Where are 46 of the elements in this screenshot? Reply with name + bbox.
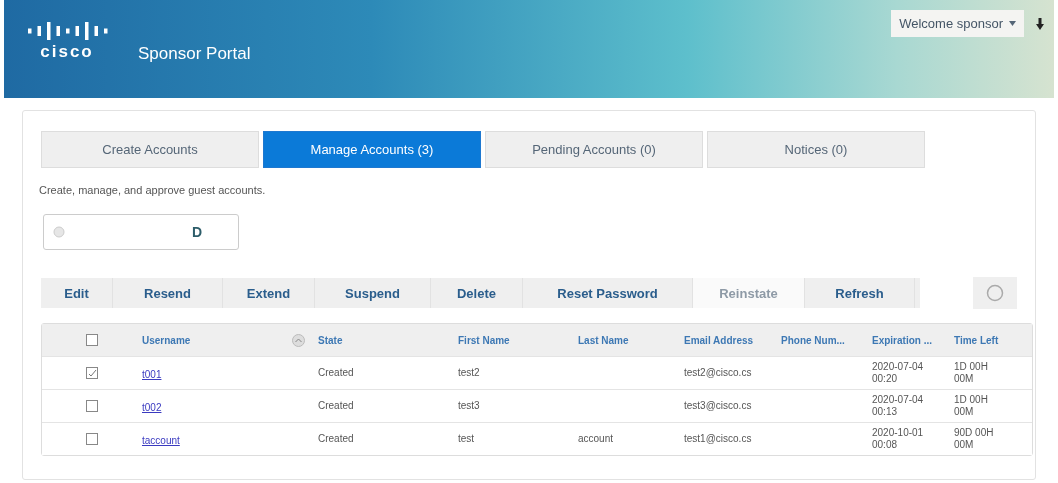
user-menu[interactable]: Welcome sponsor	[891, 10, 1024, 37]
column-header[interactable]: Phone Num...	[781, 334, 872, 346]
table-cell-text: 2020-07-04 00:20	[872, 360, 925, 386]
username-link[interactable]: taccount	[142, 435, 180, 446]
table-cell-text: test	[458, 432, 476, 446]
search-field[interactable]: D	[43, 214, 239, 250]
caret-icon	[1009, 21, 1016, 26]
sort-icon[interactable]	[292, 333, 305, 347]
tab[interactable]: Pending Accounts (0)	[485, 131, 703, 168]
table-cell-text: test1@cisco.cs	[684, 432, 753, 446]
table-cell-text: Created	[318, 366, 355, 380]
table-cell-text: 1D 00H 00M	[954, 393, 989, 419]
table-cell-text: 90D 00H 00M	[954, 426, 995, 452]
column-header[interactable]: State	[318, 334, 458, 346]
table-cell-text: 2020-07-04 00:13	[872, 393, 925, 419]
column-header[interactable]: Expiration ...	[872, 334, 934, 346]
column-header[interactable]: Time Left	[954, 334, 1002, 346]
username-link[interactable]: t002	[142, 402, 162, 413]
tab[interactable]: Manage Accounts (3)	[263, 131, 481, 168]
table-cell-text: account	[578, 432, 615, 446]
circle-icon	[986, 284, 1005, 302]
table-cell-text: 1D 00H 00M	[954, 360, 989, 386]
checkbox[interactable]	[86, 367, 98, 379]
logo-text: cisco	[40, 42, 94, 62]
table-cell-text: test3@cisco.cs	[684, 399, 753, 413]
table-cell-text: Created	[318, 399, 355, 413]
table-cell-text: test3	[458, 399, 481, 413]
column-header[interactable]: Username	[142, 334, 292, 346]
username-link[interactable]: t001	[142, 369, 162, 380]
table-cell-text: test2	[458, 366, 481, 380]
description-text: Create, manage, and approve guest accounts.	[38, 184, 267, 196]
table-cell-text: 2020-10-01 00:08	[872, 426, 925, 452]
download-icon[interactable]	[1036, 17, 1044, 30]
portal-title: Sponsor Portal	[138, 44, 251, 64]
settings-button[interactable]	[973, 277, 1017, 309]
tab[interactable]: Notices (0)	[707, 131, 925, 168]
search-icon	[53, 226, 65, 238]
column-header[interactable]: Last Name	[578, 334, 684, 346]
tab[interactable]: Create Accounts	[41, 131, 259, 168]
column-header[interactable]: First Name	[458, 334, 578, 346]
checkbox[interactable]	[86, 433, 98, 445]
checkbox[interactable]	[86, 400, 98, 412]
table-cell-text: test2@cisco.cs	[684, 366, 753, 380]
checkbox[interactable]	[86, 334, 98, 346]
column-header[interactable]: Email Address	[684, 334, 781, 346]
table-cell-text: Created	[318, 432, 355, 446]
